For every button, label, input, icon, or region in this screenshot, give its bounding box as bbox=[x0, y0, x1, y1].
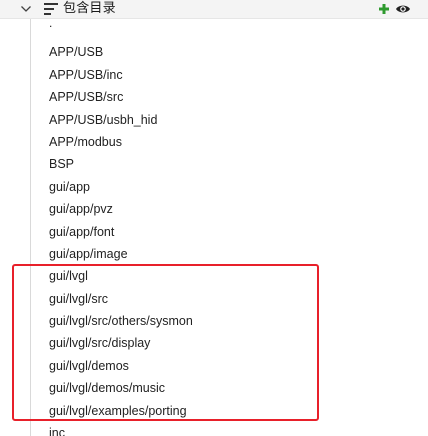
directory-path: gui/app/image bbox=[49, 246, 128, 261]
directory-item[interactable]: gui/lvgl/demos bbox=[0, 355, 428, 377]
directory-path: gui/lvgl/src bbox=[49, 291, 109, 306]
directory-item[interactable]: gui/app/font bbox=[0, 221, 428, 243]
directory-item[interactable]: gui/app bbox=[0, 176, 428, 198]
include-directories-panel: 包含目录 . APP/USB APP/USB/inc APP/USB/src APP/U… bbox=[0, 0, 428, 436]
directory-item[interactable]: APP/USB/src bbox=[0, 86, 428, 108]
plus-icon[interactable] bbox=[377, 2, 391, 16]
section-header[interactable]: 包含目录 bbox=[0, 0, 428, 19]
directory-item[interactable]: gui/lvgl/demos/music bbox=[0, 377, 428, 399]
directory-item[interactable]: gui/lvgl bbox=[0, 265, 428, 287]
directory-list: . APP/USB APP/USB/inc APP/USB/src APP/USB/us… bbox=[0, 16, 428, 436]
directory-path: gui/app bbox=[49, 179, 91, 194]
directory-path: APP/USB/src bbox=[49, 90, 124, 105]
directory-path: gui/lvgl/src/others/sysmon bbox=[49, 314, 193, 329]
chevron-down-icon[interactable] bbox=[18, 1, 34, 17]
directory-item[interactable]: gui/lvgl/src/others/sysmon bbox=[0, 310, 428, 332]
directory-item[interactable]: BSP bbox=[0, 153, 428, 175]
directory-item[interactable]: APP/USB/usbh_hid bbox=[0, 109, 428, 131]
directory-path: APP/USB/inc bbox=[49, 67, 123, 82]
directory-path: APP/modbus bbox=[49, 134, 122, 149]
directory-item[interactable]: gui/lvgl/src bbox=[0, 288, 428, 310]
directory-item[interactable]: APP/modbus bbox=[0, 131, 428, 153]
directory-item[interactable]: . bbox=[0, 16, 428, 41]
directory-path: gui/lvgl/examples/porting bbox=[49, 403, 187, 418]
directory-path: gui/lvgl/src/display bbox=[49, 336, 151, 351]
directory-item[interactable]: gui/app/pvz bbox=[0, 198, 428, 220]
eye-icon[interactable] bbox=[395, 3, 411, 15]
directory-path: . bbox=[49, 16, 53, 30]
directory-path: gui/app/font bbox=[49, 224, 115, 239]
directory-path: gui/lvgl bbox=[49, 269, 88, 284]
directory-path: APP/USB bbox=[49, 45, 104, 60]
directory-item[interactable]: gui/lvgl/examples/porting bbox=[0, 400, 428, 422]
directory-path: gui/app/pvz bbox=[49, 202, 113, 217]
directory-path: BSP bbox=[49, 157, 75, 172]
section-title: 包含目录 bbox=[63, 1, 116, 16]
directory-item[interactable]: gui/app/image bbox=[0, 243, 428, 265]
directory-item[interactable]: inc bbox=[0, 422, 428, 436]
directory-path: gui/lvgl/demos bbox=[49, 358, 129, 373]
directory-path: inc bbox=[49, 426, 65, 436]
directory-item[interactable]: APP/USB bbox=[0, 41, 428, 63]
directory-path: APP/USB/usbh_hid bbox=[49, 112, 158, 127]
directory-item[interactable]: gui/lvgl/src/display bbox=[0, 332, 428, 354]
directory-path: gui/lvgl/demos/music bbox=[49, 381, 166, 396]
directory-item[interactable]: APP/USB/inc bbox=[0, 64, 428, 86]
